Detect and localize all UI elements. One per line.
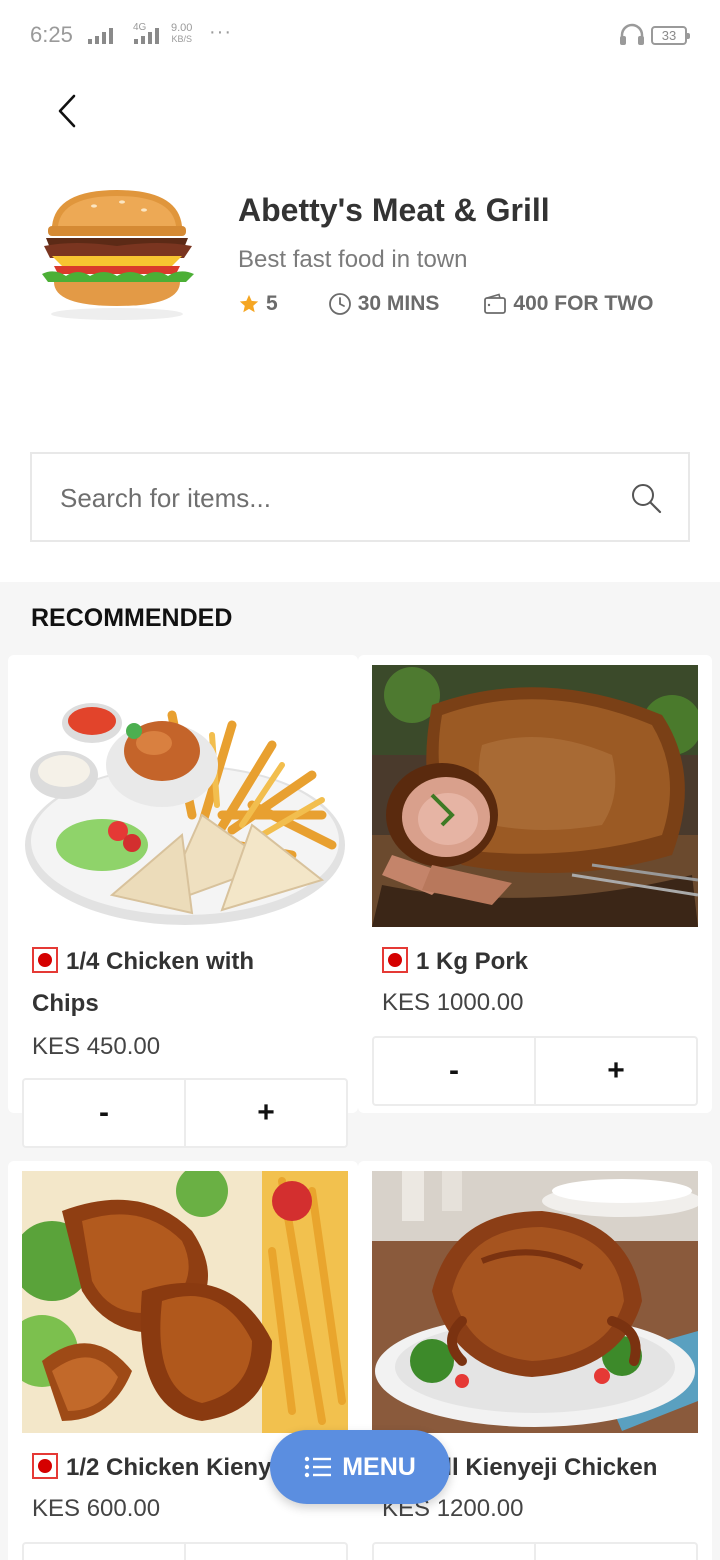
restaurant-tagline: Best fast food in town <box>238 246 468 273</box>
section-title: RECOMMENDED <box>31 604 233 632</box>
network-speed: 9.00 KB/S <box>171 22 193 45</box>
decrement-button[interactable]: - <box>374 1038 534 1104</box>
increment-button[interactable]: + <box>184 1080 346 1146</box>
item-image <box>22 665 348 927</box>
rating: 5 <box>238 292 278 316</box>
item-price: KES 1000.00 <box>382 989 524 1016</box>
search-icon[interactable] <box>630 482 662 514</box>
restaurant-meta: 5 30 MINS 400 FOR TWO <box>238 292 653 316</box>
increment-button[interactable]: + <box>534 1038 696 1104</box>
restaurant-logo <box>42 190 194 320</box>
item-price: KES 450.00 <box>32 1033 161 1060</box>
item-image <box>372 665 698 927</box>
delivery-time: 30 MINS <box>328 292 440 316</box>
item-image <box>372 1171 698 1433</box>
increment-button[interactable] <box>184 1544 346 1560</box>
item-name: 1 Kg Pork <box>382 941 528 983</box>
item-name-line2: Chips <box>32 990 99 1017</box>
cost-for-two: 400 FOR TWO <box>483 292 653 316</box>
delivery-time-value: 30 MINS <box>357 292 440 315</box>
list-icon <box>304 1456 332 1478</box>
decrement-button[interactable] <box>24 1544 184 1560</box>
wallet-icon <box>484 293 507 314</box>
quantity-stepper: - + <box>372 1036 698 1106</box>
headset-icon <box>620 23 644 45</box>
signal-4g-icon <box>134 28 159 44</box>
quantity-stepper <box>22 1542 348 1560</box>
increment-button[interactable] <box>534 1544 696 1560</box>
clock-icon <box>328 293 351 315</box>
item-name: 1/4 Chicken with <box>32 941 254 983</box>
search-box <box>30 452 690 542</box>
search-input[interactable] <box>60 476 620 520</box>
status-time: 6:25 <box>30 22 73 47</box>
quantity-stepper <box>372 1542 698 1560</box>
decrement-button[interactable]: - <box>24 1080 184 1146</box>
menu-item-card[interactable]: 1/4 Chicken with Chips KES 450.00 - + <box>8 655 358 1148</box>
rating-value: 5 <box>266 292 278 315</box>
restaurant-name: Abetty's Meat & Grill <box>238 192 550 228</box>
more-icon: ··· <box>209 21 232 43</box>
menu-button-label: MENU <box>342 1452 416 1481</box>
non-veg-icon <box>32 1453 58 1479</box>
cost-for-two-value: 400 FOR TWO <box>513 292 654 315</box>
item-price: KES 600.00 <box>32 1495 161 1522</box>
item-name: 1/2 Chicken Kienyeji <box>32 1447 298 1489</box>
quantity-stepper: - + <box>22 1078 348 1148</box>
battery-icon: 33 <box>651 26 690 45</box>
non-veg-icon <box>32 947 58 973</box>
star-icon <box>239 294 259 313</box>
signal-icon <box>88 28 113 44</box>
decrement-button[interactable] <box>374 1544 534 1560</box>
menu-item-card[interactable]: 1 Kg Pork KES 1000.00 - + <box>358 655 712 1113</box>
status-bar: 6:25 4G 9.00 KB/S ··· 33 <box>0 0 720 72</box>
item-image <box>22 1171 348 1433</box>
back-button[interactable] <box>44 88 90 134</box>
non-veg-icon <box>382 947 408 973</box>
menu-button[interactable]: MENU <box>270 1430 450 1504</box>
chevron-left-icon <box>58 94 76 128</box>
